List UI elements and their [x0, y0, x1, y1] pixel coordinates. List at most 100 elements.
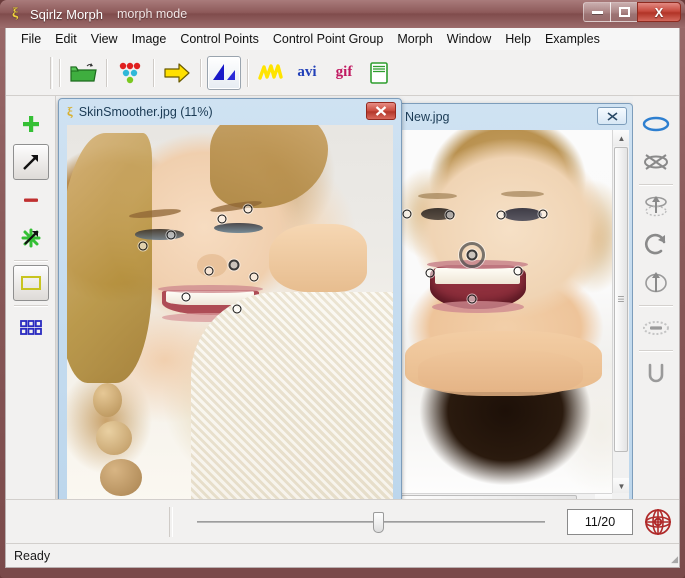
- control-point[interactable]: [138, 241, 148, 251]
- menu-control-points[interactable]: Control Points: [173, 30, 266, 48]
- menu-morph[interactable]: Morph: [390, 30, 439, 48]
- open-folder-button[interactable]: [66, 56, 100, 90]
- application-window: ξ Sqirlz Morph morph mode X File Edit Vi…: [0, 0, 685, 578]
- mdi-close-button-new[interactable]: [597, 107, 627, 125]
- control-point[interactable]: [466, 249, 478, 261]
- scroll-down-button[interactable]: ▼: [613, 478, 629, 494]
- toolbar-separator: [59, 58, 60, 87]
- control-point[interactable]: [217, 214, 227, 224]
- panel-separator: [638, 350, 673, 351]
- resize-grip-icon[interactable]: ◢: [671, 554, 678, 565]
- menu-control-point-group[interactable]: Control Point Group: [266, 30, 390, 48]
- select-rectangle-tool[interactable]: [12, 265, 49, 301]
- panel-separator: [638, 184, 673, 185]
- control-point[interactable]: [467, 294, 477, 304]
- sqirlz-logo-icon: ξ: [12, 6, 19, 21]
- mdi-titlebar-skinsmoother[interactable]: ξ SkinSmoother.jpg (11%): [59, 99, 401, 125]
- move-all-points-tool[interactable]: [13, 220, 49, 256]
- client-area: avi gif New.jpg ▲ ☰ ▼ ξ SkinSmoother.jpg…: [5, 50, 680, 568]
- toolbar-separator: [153, 58, 154, 87]
- photo-new: [400, 130, 629, 510]
- menu-window[interactable]: Window: [440, 30, 498, 48]
- maximize-icon: [618, 7, 630, 17]
- grid-points-tool[interactable]: [13, 310, 49, 346]
- u-shape-tool[interactable]: [638, 355, 674, 391]
- flash-export-button[interactable]: [362, 56, 396, 90]
- image-canvas-new[interactable]: ▲ ☰ ▼ ⁝ ▶ ◢: [400, 130, 629, 510]
- control-points-icon: [119, 62, 141, 83]
- avi-export-button[interactable]: avi: [288, 56, 326, 90]
- frame-counter[interactable]: 11/20: [567, 508, 633, 535]
- crossed-ellipse-icon: [643, 154, 668, 170]
- move-point-tool[interactable]: [12, 144, 49, 180]
- menu-help[interactable]: Help: [498, 30, 538, 48]
- control-point[interactable]: [402, 209, 412, 219]
- warp-button[interactable]: [254, 56, 288, 90]
- morph-target-button[interactable]: [643, 507, 673, 537]
- slider-thumb[interactable]: [372, 511, 384, 533]
- menu-view[interactable]: View: [84, 30, 125, 48]
- sqirlz-logo-icon: ξ: [67, 104, 73, 119]
- image-window-skinsmoother[interactable]: ξ SkinSmoother.jpg (11%): [58, 98, 402, 513]
- blur-ellipse-icon: [642, 321, 669, 335]
- spin-up-tool[interactable]: [638, 189, 674, 225]
- menu-edit[interactable]: Edit: [48, 30, 84, 48]
- flip-tool[interactable]: [638, 265, 674, 301]
- flip-icon: [644, 272, 667, 293]
- control-point[interactable]: [166, 230, 176, 240]
- vertical-scrollbar-new[interactable]: ▲ ☰ ▼: [612, 130, 629, 494]
- control-points-button[interactable]: [113, 56, 147, 90]
- no-cross-shape-tool[interactable]: [638, 144, 674, 180]
- arrow-up-right-icon: [22, 155, 38, 170]
- frame-slider[interactable]: [187, 507, 555, 537]
- mdi-close-button-skinsmoother[interactable]: [366, 102, 396, 120]
- control-point[interactable]: [243, 204, 253, 214]
- minimize-icon: [591, 10, 603, 14]
- morph-triangles-icon: [213, 63, 235, 80]
- morph-mode-button[interactable]: [207, 55, 241, 90]
- rotate-tool[interactable]: [638, 227, 674, 263]
- close-button[interactable]: X: [637, 2, 681, 22]
- image-canvas-skinsmoother[interactable]: [67, 125, 393, 504]
- menu-examples[interactable]: Examples: [538, 30, 607, 48]
- control-point[interactable]: [181, 292, 191, 302]
- gif-export-button[interactable]: gif: [326, 56, 362, 90]
- close-icon: X: [654, 4, 664, 20]
- morph-target-icon: [645, 508, 671, 535]
- delete-point-tool[interactable]: [13, 182, 49, 218]
- avi-export-icon: avi: [297, 64, 317, 80]
- maximize-button[interactable]: [610, 2, 638, 22]
- app-mode-label: morph mode: [116, 7, 188, 21]
- control-point[interactable]: [513, 266, 523, 276]
- panel-separator: [13, 305, 48, 306]
- panel-separator: [13, 260, 48, 261]
- blur-ellipse-tool[interactable]: [638, 310, 674, 346]
- toolbar-grip[interactable]: [50, 56, 53, 89]
- scroll-up-button[interactable]: ▲: [613, 130, 629, 146]
- slider-grip[interactable]: [169, 506, 173, 537]
- control-point[interactable]: [204, 266, 214, 276]
- minimize-button[interactable]: [583, 2, 611, 22]
- mdi-titlebar-new[interactable]: New.jpg: [397, 104, 632, 130]
- u-shape-icon: [648, 363, 663, 383]
- control-point[interactable]: [425, 268, 435, 277]
- toolbar-separator: [247, 58, 248, 87]
- menu-image[interactable]: Image: [125, 30, 174, 48]
- mdi-title-text-new: New.jpg: [405, 110, 450, 124]
- mdi-title-text-skinsmoother: SkinSmoother.jpg (11%): [78, 105, 213, 119]
- control-point[interactable]: [232, 304, 242, 314]
- menu-file[interactable]: File: [14, 30, 48, 48]
- control-point[interactable]: [445, 210, 455, 220]
- vertical-scroll-thumb[interactable]: ☰: [614, 147, 628, 452]
- add-point-tool[interactable]: [13, 106, 49, 142]
- control-point-selected[interactable]: [228, 259, 240, 271]
- control-point[interactable]: [496, 210, 506, 220]
- ellipse-shape-tool[interactable]: [638, 106, 674, 142]
- control-point[interactable]: [538, 209, 548, 219]
- yellow-arrow-icon: [164, 62, 190, 83]
- image-window-new[interactable]: New.jpg ▲ ☰ ▼: [396, 103, 633, 514]
- apply-arrow-button[interactable]: [160, 56, 194, 90]
- plus-icon: [22, 116, 39, 132]
- rotate-icon: [644, 233, 665, 255]
- control-point[interactable]: [249, 272, 259, 282]
